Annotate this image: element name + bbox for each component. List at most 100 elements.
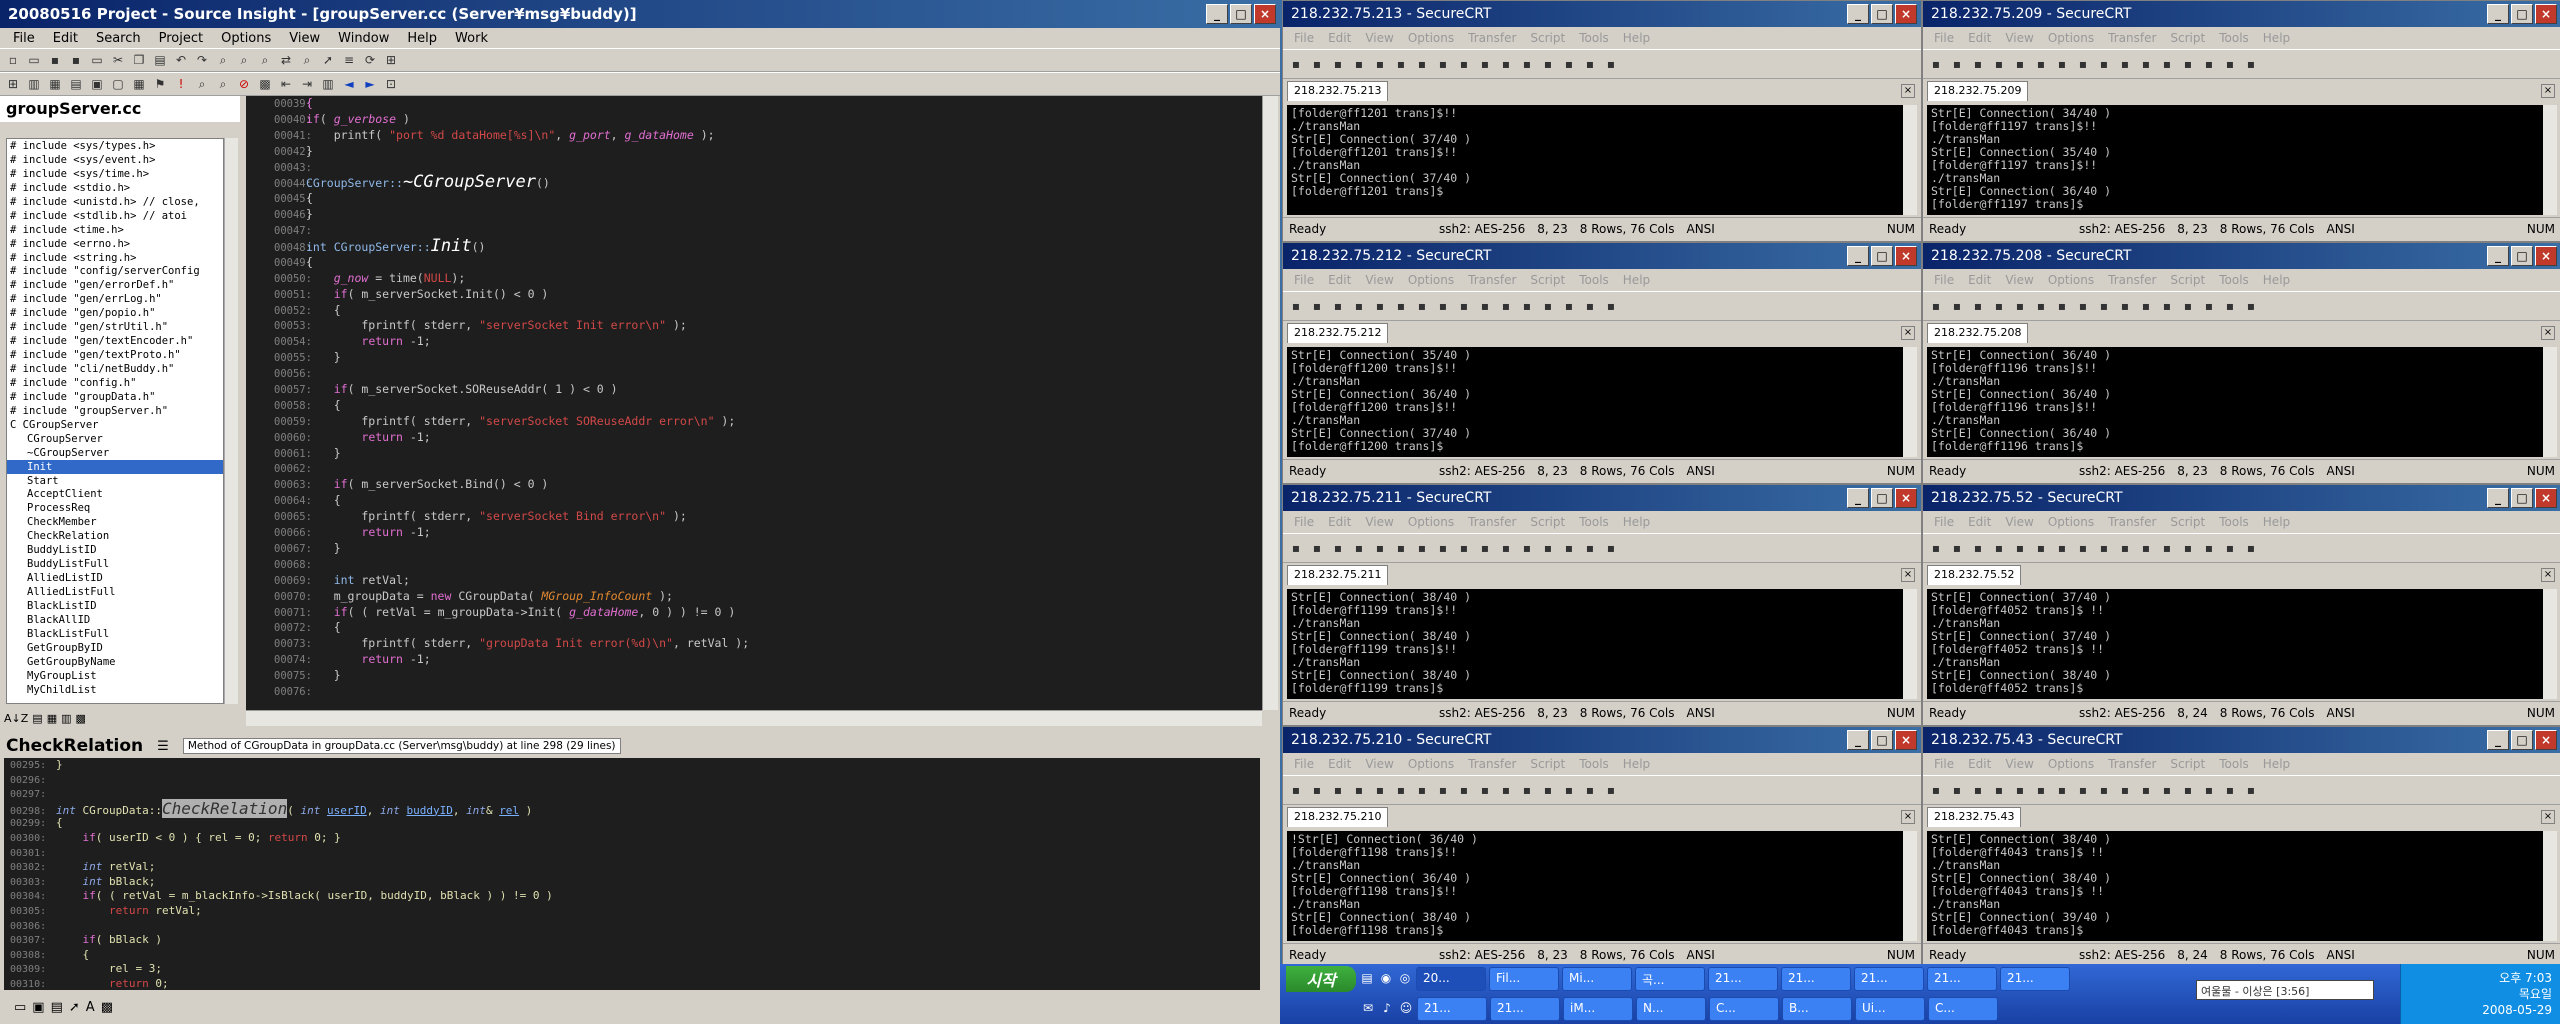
- map-icon[interactable]: ▪: [1560, 539, 1578, 557]
- crt-menu-item[interactable]: Options: [2041, 273, 2101, 287]
- terminal-output[interactable]: Str[E] Connection( 36/40 ) [folder@ff119…: [1927, 347, 2543, 457]
- copy-paste-icon[interactable]: ▪: [1434, 539, 1452, 557]
- tab-icon[interactable]: ▪: [1602, 297, 1620, 315]
- find-icon[interactable]: ▪: [1455, 55, 1473, 73]
- print-icon[interactable]: ▪: [2116, 539, 2134, 557]
- help-icon[interactable]: ▪: [2221, 55, 2239, 73]
- key-icon[interactable]: ▪: [2179, 55, 2197, 73]
- close-button[interactable]: ×: [1254, 4, 1276, 24]
- terminal-output[interactable]: Str[E] Connection( 35/40 ) [folder@ff120…: [1287, 347, 1903, 457]
- crt-menu-item[interactable]: Help: [1616, 273, 1657, 287]
- session-tab[interactable]: 218.232.75.43: [1927, 807, 2022, 827]
- paste-icon[interactable]: ▪: [2053, 539, 2071, 557]
- new-file-icon[interactable]: ▫: [4, 51, 22, 69]
- settings-icon[interactable]: ▪: [2158, 781, 2176, 799]
- paste-icon[interactable]: ▪: [2053, 781, 2071, 799]
- crt-menu-item[interactable]: File: [1927, 273, 1961, 287]
- copy-icon[interactable]: ▪: [1392, 539, 1410, 557]
- paste-icon[interactable]: ▪: [1413, 539, 1431, 557]
- print-setup-icon[interactable]: ▪: [1497, 781, 1515, 799]
- map-icon[interactable]: ▪: [1560, 781, 1578, 799]
- maximize-button[interactable]: □: [2511, 4, 2533, 24]
- crt-menu-item[interactable]: Transfer: [1461, 515, 1523, 529]
- context-list-icon[interactable]: ▤: [51, 1000, 63, 1015]
- maximize-button[interactable]: □: [2511, 488, 2533, 508]
- symbol-scrollbar[interactable]: [224, 138, 238, 704]
- crt-menu-item[interactable]: Help: [1616, 757, 1657, 771]
- print-icon[interactable]: ▪: [2116, 781, 2134, 799]
- key-icon[interactable]: ▪: [2179, 297, 2197, 315]
- print-icon[interactable]: ▪: [1476, 297, 1494, 315]
- context-font-icon[interactable]: A: [86, 1000, 95, 1015]
- symbol-item[interactable]: AcceptClient: [7, 487, 223, 501]
- jump-icon[interactable]: ➚: [319, 51, 337, 69]
- show-desktop-icon[interactable]: ▤: [1359, 971, 1375, 987]
- reconnect-icon[interactable]: ▪: [1329, 55, 1347, 73]
- crt-menu-item[interactable]: Script: [2163, 757, 2212, 771]
- symbol-item[interactable]: # include <stdio.h>: [7, 181, 223, 195]
- symbol-item[interactable]: # include <sys/time.h>: [7, 167, 223, 181]
- disconnect-icon[interactable]: ▪: [1350, 539, 1368, 557]
- crt-menu-item[interactable]: Edit: [1961, 757, 1998, 771]
- crt-menu-item[interactable]: Script: [2163, 515, 2212, 529]
- close-button[interactable]: ×: [2535, 488, 2557, 508]
- tab-icon[interactable]: ▪: [2242, 55, 2260, 73]
- symbol-item[interactable]: # include "gen/strUtil.h": [7, 320, 223, 334]
- copy-paste-icon[interactable]: ▪: [2074, 539, 2092, 557]
- close-tab-icon[interactable]: ×: [2541, 326, 2555, 340]
- task-button[interactable]: Ui...: [1855, 997, 1925, 1021]
- close-session-icon[interactable]: ▪: [2011, 781, 2029, 799]
- crt-menu-item[interactable]: Tools: [2212, 273, 2256, 287]
- close-button[interactable]: ×: [1895, 730, 1917, 750]
- crt-menu-item[interactable]: Tools: [1572, 31, 1616, 45]
- list-icon[interactable]: ▦: [47, 712, 57, 725]
- symbol-item[interactable]: BlackListFull: [7, 627, 223, 641]
- maximize-button[interactable]: □: [2511, 730, 2533, 750]
- terminal-scrollbar[interactable]: [1903, 105, 1917, 215]
- settings-icon[interactable]: ▪: [1518, 539, 1536, 557]
- symbol-window-icon[interactable]: ▢: [109, 75, 127, 93]
- close-button[interactable]: ×: [2535, 246, 2557, 266]
- crt-menu-item[interactable]: Edit: [1321, 515, 1358, 529]
- settings-icon[interactable]: ▪: [1518, 55, 1536, 73]
- task-button[interactable]: 21...: [1854, 967, 1924, 991]
- terminal-output[interactable]: [folder@ff1201 trans]$!! ./transMan Str[…: [1287, 105, 1903, 215]
- crt-menu-item[interactable]: Script: [2163, 273, 2212, 287]
- crt-menu-item[interactable]: Transfer: [1461, 31, 1523, 45]
- paste-icon[interactable]: ▪: [1413, 297, 1431, 315]
- task-button[interactable]: Fil...: [1489, 967, 1559, 991]
- symbol-item[interactable]: # include <unistd.h> // close,: [7, 195, 223, 209]
- session-tab[interactable]: 218.232.75.213: [1287, 81, 1389, 101]
- bookmark-icon[interactable]: ⚑: [151, 75, 169, 93]
- task-button[interactable]: 21...: [1927, 967, 1997, 991]
- editor-vertical-scrollbar[interactable]: [1262, 96, 1278, 710]
- copy-icon[interactable]: ❐: [130, 51, 148, 69]
- connect-icon[interactable]: ▪: [1287, 781, 1305, 799]
- minimize-button[interactable]: _: [1847, 488, 1869, 508]
- crt-menu-item[interactable]: Tools: [2212, 31, 2256, 45]
- symbol-item[interactable]: # include "gen/popio.h": [7, 306, 223, 320]
- settings-icon[interactable]: ▪: [2158, 55, 2176, 73]
- crt-menu-item[interactable]: Options: [2041, 757, 2101, 771]
- symbol-item[interactable]: # include <stdlib.h> // atoi: [7, 209, 223, 223]
- open-folder-icon[interactable]: ▭: [25, 51, 43, 69]
- symbol-item[interactable]: GetGroupByID: [7, 641, 223, 655]
- copy-icon[interactable]: ▪: [2032, 55, 2050, 73]
- start-button[interactable]: 시작: [1286, 966, 1356, 992]
- crt-menu-item[interactable]: Edit: [1961, 273, 1998, 287]
- session-tab[interactable]: 218.232.75.210: [1287, 807, 1389, 827]
- terminal-scrollbar[interactable]: [2543, 347, 2557, 457]
- reconnect-icon[interactable]: ▪: [1329, 297, 1347, 315]
- save-icon[interactable]: ▪: [46, 51, 64, 69]
- symbol-item[interactable]: ProcessReq: [7, 501, 223, 515]
- comment-icon[interactable]: ▥: [319, 75, 337, 93]
- find-icon[interactable]: ▪: [2095, 781, 2113, 799]
- media-player-deskband[interactable]: 여울물 - 이상은 [3:56]: [2196, 980, 2374, 1000]
- task-button[interactable]: 21...: [1490, 997, 1560, 1021]
- help-icon[interactable]: ▪: [1581, 297, 1599, 315]
- minimize-button[interactable]: _: [1847, 4, 1869, 24]
- indent-icon[interactable]: ⇥: [298, 75, 316, 93]
- symbol-item[interactable]: # include "config/serverConfig: [7, 264, 223, 278]
- copy-icon[interactable]: ▪: [1392, 781, 1410, 799]
- menu-help[interactable]: Help: [398, 31, 446, 46]
